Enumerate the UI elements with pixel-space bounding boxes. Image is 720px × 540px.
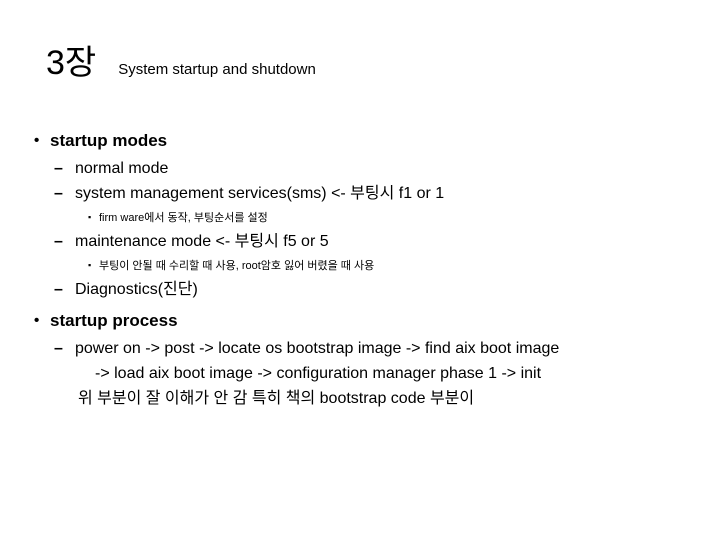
- outline-item-label: 부팅이 안될 때 수리할 때 사용, root암호 잃어 버렸을 때 사용: [99, 260, 375, 272]
- outline-item-level2: – power on -> post -> locate os bootstra…: [54, 336, 694, 361]
- outline-item-remark: 위 부분이 잘 이해가 안 감 특히 책의 bootstrap code 부분이: [78, 386, 694, 412]
- bullet-dash-icon: –: [54, 233, 63, 250]
- bullet-dash-icon: –: [54, 160, 63, 177]
- page-subtitle: System startup and shutdown: [118, 61, 316, 78]
- outline-item-level3: ▪ firm ware에서 동작, 부팅순서를 설정: [88, 209, 694, 227]
- page-title: 3장: [46, 44, 97, 82]
- bullet-dot-icon: •: [34, 132, 40, 149]
- bullet-square-icon: ▪: [88, 212, 92, 222]
- outline-item-level2: – Diagnostics(진단): [54, 277, 694, 302]
- outline-item-label: maintenance mode <- 부팅시 f5 or 5: [75, 233, 329, 250]
- outline-item-label: startup process: [50, 311, 178, 330]
- slide-title-block: 3장 System startup and shutdown: [46, 44, 316, 82]
- outline-item-label: power on -> post -> locate os bootstrap …: [75, 340, 560, 357]
- outline-item-label: startup modes: [50, 131, 168, 150]
- outline-item-level2: – maintenance mode <- 부팅시 f5 or 5: [54, 229, 694, 254]
- outline-item-level2: – normal mode: [54, 156, 694, 181]
- outline-item-level1: • startup process: [34, 308, 694, 334]
- outline-item-label: 위 부분이 잘 이해가 안 감 특히 책의 bootstrap code 부분이: [78, 390, 475, 407]
- outline-item-level1: • startup modes: [34, 128, 694, 154]
- outline-item-label: -> load aix boot image -> configuration …: [95, 365, 542, 382]
- bullet-square-icon: ▪: [88, 260, 92, 270]
- bullet-dash-icon: –: [54, 340, 63, 357]
- outline-item-label: normal mode: [75, 160, 169, 177]
- outline-item-label: system management services(sms) <- 부팅시 f…: [75, 185, 445, 202]
- outline-item-level2: – system management services(sms) <- 부팅시…: [54, 181, 694, 206]
- slide-canvas: 3장 System startup and shutdown • startup…: [0, 0, 720, 540]
- bullet-dot-icon: •: [34, 312, 40, 329]
- bullet-dash-icon: –: [54, 185, 63, 202]
- outline-item-continuation: -> load aix boot image -> configuration …: [95, 361, 694, 386]
- slide-body-outline: • startup modes – normal mode – system m…: [34, 128, 694, 412]
- outline-item-level3: ▪ 부팅이 안될 때 수리할 때 사용, root암호 잃어 버렸을 때 사용: [88, 257, 694, 275]
- bullet-dash-icon: –: [54, 281, 63, 298]
- outline-item-label: firm ware에서 동작, 부팅순서를 설정: [99, 212, 268, 224]
- outline-item-label: Diagnostics(진단): [75, 281, 198, 298]
